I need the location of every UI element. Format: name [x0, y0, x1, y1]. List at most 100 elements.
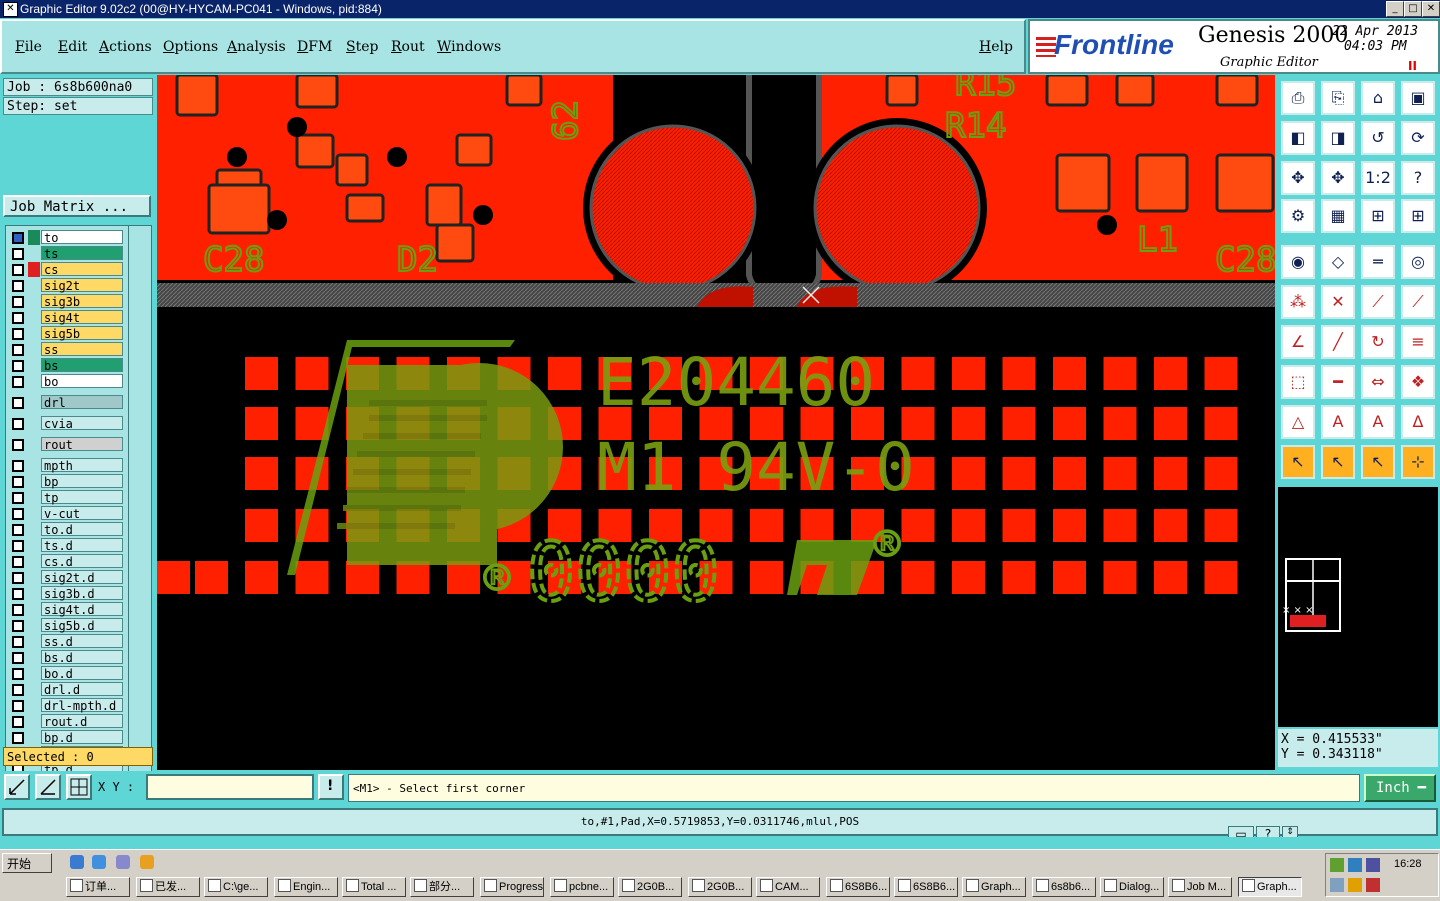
job-matrix-button[interactable]: Job Matrix ... — [3, 195, 151, 217]
line-diag-button[interactable]: ╱ — [1321, 325, 1355, 359]
layer-checkbox[interactable] — [12, 668, 24, 680]
layer-name[interactable]: rout.d — [41, 714, 123, 729]
layer-row-drl[interactable]: drl — [6, 395, 128, 410]
layer-color-swatch[interactable] — [28, 416, 40, 431]
tray-icon-6[interactable] — [1366, 878, 1380, 892]
overview-map[interactable]: × × × — [1278, 487, 1438, 727]
zoom-center-button[interactable]: ✥ — [1321, 161, 1355, 195]
layer-row-drl-mpth-d[interactable]: drl-mpth.d — [6, 698, 128, 713]
layer-name[interactable]: bs — [41, 358, 123, 373]
delete-cross-button[interactable]: ✕ — [1321, 285, 1355, 319]
layer-checkbox[interactable] — [12, 524, 24, 536]
layer-checkbox[interactable] — [12, 296, 24, 308]
layer-checkbox[interactable] — [12, 588, 24, 600]
minus-button[interactable]: ━ — [1321, 365, 1355, 399]
taskbar-task-12[interactable]: 6S8B6... — [826, 877, 890, 897]
layer-color-swatch[interactable] — [28, 262, 40, 277]
layer-checkbox[interactable] — [12, 508, 24, 520]
layer-color-swatch[interactable] — [28, 246, 40, 261]
layer-checkbox[interactable] — [12, 376, 24, 388]
menu-edit[interactable]: Edit — [58, 39, 87, 55]
taskbar-task-14[interactable]: Graph... — [962, 877, 1026, 897]
menu-actions[interactable]: Actions — [99, 39, 152, 55]
zoom-fit-button[interactable]: ✥ — [1281, 161, 1315, 195]
menu-file[interactable]: File — [15, 39, 42, 55]
layer-name[interactable]: ts.d — [41, 538, 123, 553]
layer-name[interactable]: mpth — [41, 458, 123, 473]
layer-color-swatch[interactable] — [28, 602, 40, 617]
shape-rect-button[interactable]: ◇ — [1321, 245, 1355, 279]
select-net-button[interactable]: ⊹ — [1401, 445, 1435, 479]
layer-checkbox[interactable] — [12, 344, 24, 356]
layer-color-swatch[interactable] — [28, 374, 40, 389]
layer-row-sig3b-d[interactable]: sig3b.d — [6, 586, 128, 601]
taskbar-task-7[interactable]: Progress — [480, 877, 544, 897]
taskbar-task-5[interactable]: Total ... — [342, 877, 406, 897]
layer-row-cs[interactable]: cs — [6, 262, 128, 277]
taskbar-task-13[interactable]: 6S8B6... — [894, 877, 958, 897]
window-button[interactable]: ▣ — [1401, 81, 1435, 115]
layer-checkbox[interactable] — [12, 652, 24, 664]
layer-checkbox[interactable] — [12, 397, 24, 409]
layer-color-swatch[interactable] — [28, 342, 40, 357]
layer-color-swatch[interactable] — [28, 634, 40, 649]
layer-name[interactable]: tp — [41, 490, 123, 505]
taskbar-task-8[interactable]: pcbne... — [550, 877, 614, 897]
graphic-settings-button[interactable]: ⚙ — [1281, 199, 1315, 233]
scale-1-2-button[interactable]: 1:2 — [1361, 161, 1395, 195]
layer-name[interactable]: sig3b.d — [41, 586, 123, 601]
maximize-button[interactable]: □ — [1404, 1, 1422, 17]
quicklaunch-icon-3[interactable] — [116, 855, 130, 869]
layer-checkbox[interactable] — [12, 620, 24, 632]
layer-name[interactable]: sig3b — [41, 294, 123, 309]
app-icon[interactable]: ✕ — [3, 2, 18, 17]
layer-row-rout[interactable]: rout — [6, 437, 128, 452]
layer-name[interactable]: sig5b — [41, 326, 123, 341]
menu-analysis[interactable]: Analysis — [227, 39, 286, 55]
layer-checkbox[interactable] — [12, 684, 24, 696]
layer-name[interactable]: drl — [41, 395, 123, 410]
grid-button[interactable]: ▦ — [1321, 199, 1355, 233]
layer-checkbox[interactable] — [12, 732, 24, 744]
taskbar-task-10[interactable]: 2G0B... — [688, 877, 752, 897]
layer-color-swatch[interactable] — [28, 682, 40, 697]
grid-snap-button[interactable] — [66, 774, 92, 800]
layer-row-to-d[interactable]: to.d — [6, 522, 128, 537]
pan-left-button[interactable]: ◧ — [1281, 121, 1315, 155]
layer-checkbox[interactable] — [12, 540, 24, 552]
layer-checkbox[interactable] — [12, 636, 24, 648]
triangle-a-button[interactable]: Α — [1321, 405, 1355, 439]
layer-color-swatch[interactable] — [28, 474, 40, 489]
layer-name[interactable]: bo.d — [41, 666, 123, 681]
taskbar-task-3[interactable]: C:\ge... — [204, 877, 268, 897]
cluster-button[interactable]: ❖ — [1401, 365, 1435, 399]
taskbar-task-1[interactable]: 订单... — [66, 877, 130, 897]
flip-button[interactable]: ↺ — [1361, 121, 1395, 155]
taskbar-task-6[interactable]: 部分... — [410, 877, 474, 897]
layer-color-swatch[interactable] — [28, 586, 40, 601]
layer-row-bo[interactable]: bo — [6, 374, 128, 389]
layer-checkbox[interactable] — [12, 248, 24, 260]
layer-name[interactable]: bs.d — [41, 650, 123, 665]
layer-color-swatch[interactable] — [28, 294, 40, 309]
layer-row-ss[interactable]: ss — [6, 342, 128, 357]
layer-checkbox[interactable] — [12, 716, 24, 728]
layer-row-sig2t[interactable]: sig2t — [6, 278, 128, 293]
tray-icon-5[interactable] — [1348, 878, 1362, 892]
tray-icon-3[interactable] — [1366, 858, 1380, 872]
taskbar-task-2[interactable]: 已发... — [136, 877, 200, 897]
pad-circle-button[interactable]: ◉ — [1281, 245, 1315, 279]
start-button[interactable]: 开始 — [2, 853, 52, 873]
taskbar-task-18[interactable]: Graph... — [1238, 877, 1302, 897]
layer-name[interactable]: cvia — [41, 416, 123, 431]
layer-row-sig5b-d[interactable]: sig5b.d — [6, 618, 128, 633]
layer-name[interactable]: rout — [41, 437, 123, 452]
layer-color-swatch[interactable] — [28, 230, 40, 245]
taskbar-task-16[interactable]: Dialog... — [1100, 877, 1164, 897]
layer-name[interactable]: to — [41, 230, 123, 245]
layer-row-bp[interactable]: bp — [6, 474, 128, 489]
layer-name[interactable]: sig2t.d — [41, 570, 123, 585]
taskbar-task-17[interactable]: Job M... — [1168, 877, 1232, 897]
layer-color-swatch[interactable] — [28, 326, 40, 341]
home-button[interactable]: ⌂ — [1361, 81, 1395, 115]
